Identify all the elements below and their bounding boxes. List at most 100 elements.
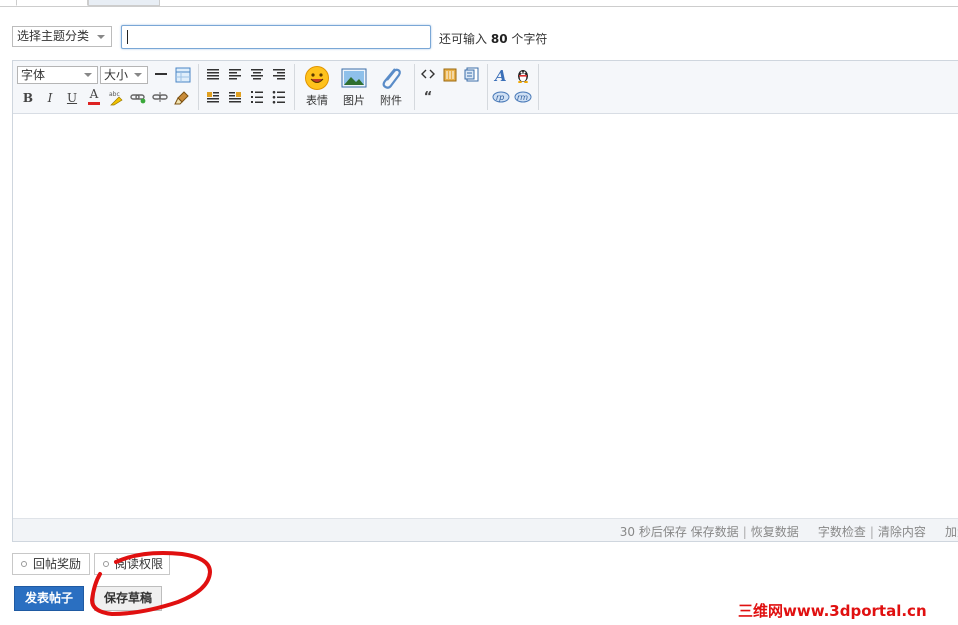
remain-count: 80 <box>490 32 508 46</box>
toolbar-separator <box>414 64 415 110</box>
font-a-icon: A <box>493 67 507 83</box>
chevron-down-icon <box>134 73 142 77</box>
unordered-list-icon <box>272 90 285 104</box>
bullet-icon <box>21 561 27 567</box>
free-button[interactable] <box>441 66 459 84</box>
align-right-button[interactable] <box>270 66 288 84</box>
wordart-button[interactable]: A <box>492 66 510 84</box>
code-icon <box>421 69 435 79</box>
quote-button[interactable]: “ <box>419 89 437 107</box>
highlight-pen-icon: abc <box>109 91 123 106</box>
tab-inactive[interactable] <box>88 0 160 6</box>
link-button[interactable] <box>129 89 147 107</box>
subject-input[interactable] <box>121 25 431 49</box>
toolbar-separator <box>198 64 199 110</box>
toolbar-separator <box>538 64 539 110</box>
thread-type-select[interactable]: 选择主题分类 <box>12 26 112 47</box>
emoticon-button[interactable]: 表情 <box>300 65 334 108</box>
clear-content-link[interactable]: 清除内容 <box>878 525 926 539</box>
hr-icon <box>155 73 167 75</box>
statusbar-actions: 30 秒后保存 保存数据|恢复数据 字数检查|清除内容 加大 <box>620 523 958 540</box>
svg-text:rm: rm <box>517 93 528 102</box>
bullet-icon <box>103 561 109 567</box>
align-left-icon <box>229 69 241 80</box>
align-center-icon <box>251 69 263 80</box>
font-color-bar <box>88 102 100 105</box>
editor-toolbar: 字体 大小 表情 图片 附件 A B I U A abc “ rp rm <box>13 61 958 114</box>
save-data-link[interactable]: 保存数据 <box>691 525 739 539</box>
unlink-icon <box>152 92 168 102</box>
paste-word-button[interactable] <box>463 66 481 84</box>
code-button[interactable] <box>419 66 437 84</box>
free-icon <box>443 68 457 82</box>
image-label: 图片 <box>343 94 365 107</box>
qq-show-icon: rp <box>492 91 510 103</box>
remain-prefix: 还可输入 <box>439 32 488 46</box>
align-center-button[interactable] <box>248 66 266 84</box>
float-left-icon <box>207 92 219 103</box>
align-justify-button[interactable] <box>204 66 222 84</box>
editor-statusbar: 30 秒后保存 保存数据|恢复数据 字数检查|清除内容 加大 <box>13 518 958 541</box>
qq-show-button[interactable]: rp <box>492 89 510 107</box>
image-icon <box>341 68 367 88</box>
bold-button[interactable]: B <box>19 89 37 107</box>
italic-button[interactable]: I <box>41 89 59 107</box>
qq-button[interactable] <box>514 66 532 84</box>
editor: 字体 大小 表情 图片 附件 A B I U A abc “ rp rm 30 … <box>12 60 958 542</box>
save-draft-button[interactable]: 保存草稿 <box>94 586 162 611</box>
editor-content-area[interactable] <box>13 114 958 520</box>
align-left-button[interactable] <box>226 66 244 84</box>
read-permission-label: 阅读权限 <box>115 557 164 571</box>
table-button[interactable] <box>174 66 192 84</box>
unlink-button[interactable] <box>151 89 169 107</box>
remaining-chars: 还可输入 80 个字符 <box>439 30 547 47</box>
restore-data-link[interactable]: 恢复数据 <box>751 525 799 539</box>
horizontal-rule-button[interactable] <box>152 66 170 84</box>
font-color-button[interactable]: A <box>85 87 103 105</box>
svg-text:rp: rp <box>496 93 504 102</box>
svg-text:A: A <box>493 67 507 83</box>
highlight-button[interactable]: abc <box>107 89 125 107</box>
qq-music-button[interactable]: rm <box>514 89 532 107</box>
float-right-button[interactable] <box>226 89 244 107</box>
emoticon-label: 表情 <box>306 94 328 107</box>
eraser-brush-icon <box>174 91 189 105</box>
size-select[interactable]: 大小 <box>100 66 148 84</box>
qq-music-icon: rm <box>514 91 532 103</box>
size-select-label: 大小 <box>104 68 129 82</box>
font-color-letter: A <box>89 87 99 101</box>
font-select-label: 字体 <box>21 68 46 82</box>
text-caret <box>127 30 128 44</box>
submit-post-button[interactable]: 发表帖子 <box>14 586 84 611</box>
qq-penguin-icon <box>518 70 528 83</box>
image-button[interactable]: 图片 <box>337 65 371 108</box>
paperclip-icon <box>382 68 401 89</box>
table-icon <box>175 67 191 83</box>
attach-button[interactable]: 附件 <box>374 65 408 108</box>
tab-active[interactable] <box>16 0 88 6</box>
smiley-icon <box>305 66 329 90</box>
float-right-icon <box>229 92 241 103</box>
ordered-list-icon <box>251 91 263 103</box>
svg-text:abc: abc <box>109 91 120 98</box>
word-check-link[interactable]: 字数检查 <box>818 525 866 539</box>
toolbar-separator <box>294 64 295 110</box>
reply-reward-button[interactable]: 回帖奖励 <box>12 553 90 575</box>
chevron-down-icon <box>97 35 105 39</box>
float-left-button[interactable] <box>204 89 222 107</box>
reply-reward-label: 回帖奖励 <box>33 557 82 571</box>
attach-label: 附件 <box>380 94 402 107</box>
underline-button[interactable]: U <box>63 89 81 107</box>
font-select[interactable]: 字体 <box>17 66 98 84</box>
clear-format-button[interactable] <box>173 89 191 107</box>
remain-suffix: 个字符 <box>511 32 548 46</box>
thread-type-label: 选择主题分类 <box>17 29 90 43</box>
read-permission-button[interactable]: 阅读权限 <box>94 553 170 575</box>
link-icon <box>130 94 146 104</box>
unordered-list-button[interactable] <box>270 89 288 107</box>
autosave-countdown: 30 秒后保存 <box>619 525 687 539</box>
align-right-icon <box>273 69 285 80</box>
toolbar-separator <box>487 64 488 110</box>
enlarge-link[interactable]: 加大 <box>945 525 958 539</box>
ordered-list-button[interactable] <box>248 89 266 107</box>
